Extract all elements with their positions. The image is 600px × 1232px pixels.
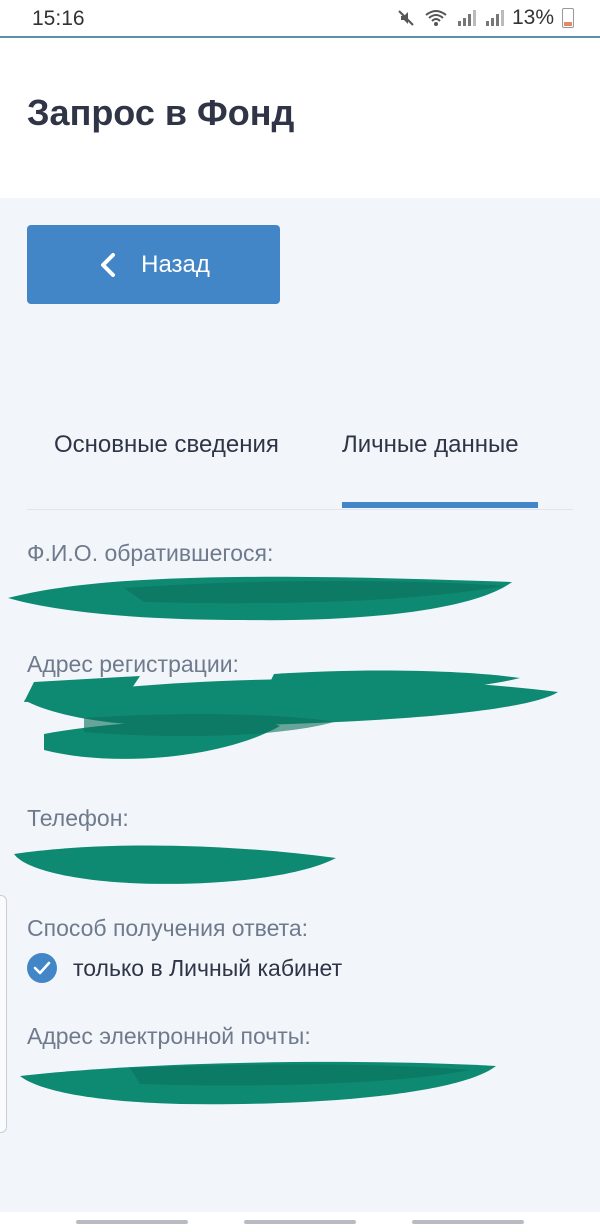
response-method-label: Способ получения ответа: xyxy=(27,915,309,941)
side-panel-handle[interactable] xyxy=(0,895,7,1133)
nav-home-hint[interactable] xyxy=(244,1220,356,1224)
name-label: Ф.И.О. обратившегося: xyxy=(27,540,274,566)
signal-icon-2 xyxy=(485,10,504,26)
status-time: 15:16 xyxy=(32,7,85,30)
status-bar: 15:16 13% xyxy=(0,0,600,38)
chevron-left-icon xyxy=(101,252,116,277)
email-label: Адрес электронной почты: xyxy=(27,1023,311,1049)
tab-personal-data[interactable]: Личные данные xyxy=(342,431,519,459)
response-option-text: только в Личный кабинет xyxy=(73,955,343,981)
nav-recents-hint[interactable] xyxy=(76,1220,188,1224)
nav-back-hint[interactable] xyxy=(412,1220,524,1224)
app-header: Запрос в Фонд xyxy=(0,38,600,198)
redaction-address xyxy=(24,670,558,759)
check-circle-icon[interactable] xyxy=(27,953,57,983)
redaction-name xyxy=(8,576,512,621)
content-area: Назад Основные сведения Личные данные Ф.… xyxy=(0,198,600,1212)
tab-basic-info[interactable]: Основные сведения xyxy=(54,431,279,459)
page-title: Запрос в Фонд xyxy=(27,92,295,133)
bottom-nav-bar xyxy=(0,1212,600,1232)
back-button[interactable]: Назад xyxy=(27,225,280,304)
phone-label: Телефон: xyxy=(27,805,129,831)
battery-percent: 13% xyxy=(511,6,554,29)
mute-icon xyxy=(398,10,414,26)
status-icons: 13% xyxy=(396,6,574,30)
redaction-email xyxy=(20,1061,496,1105)
tab-bar: Основные сведения Личные данные xyxy=(27,413,573,510)
active-tab-indicator xyxy=(342,502,538,508)
back-button-label: Назад xyxy=(141,250,210,278)
signal-icon xyxy=(457,10,476,26)
battery-icon xyxy=(562,8,574,28)
wifi-icon xyxy=(425,10,447,26)
redaction-phone xyxy=(14,845,336,884)
